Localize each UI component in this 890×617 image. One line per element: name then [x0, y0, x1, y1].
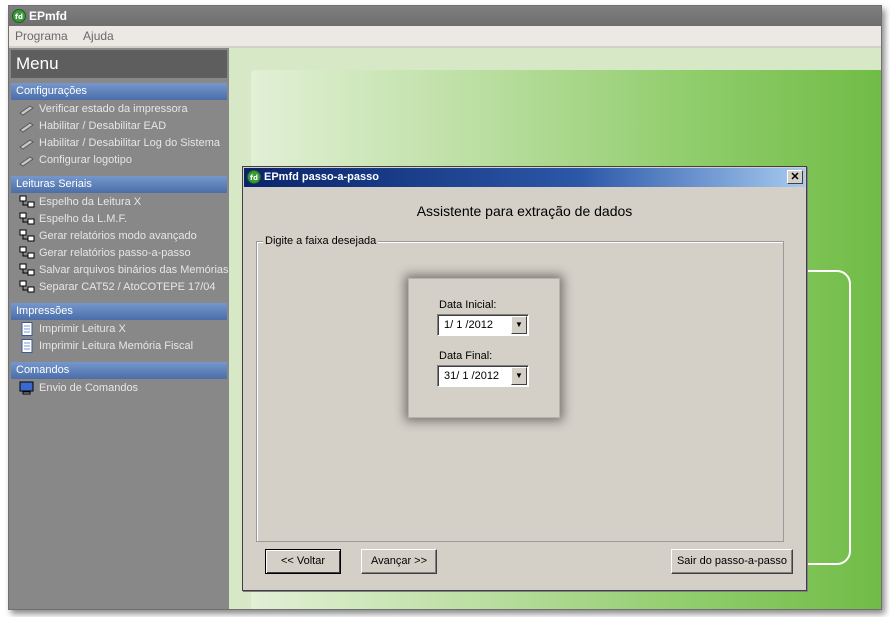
- serial-icon: [19, 229, 35, 242]
- end-date-picker[interactable]: 31/ 1 /2012 ▼: [437, 365, 529, 387]
- start-date-picker[interactable]: 1/ 1 /2012 ▼: [437, 314, 529, 336]
- date-range-groupbox: Digite a faixa desejada Data Inicial: 1/…: [256, 235, 784, 542]
- back-button[interactable]: << Voltar: [265, 549, 341, 574]
- menu-bar: Programa Ajuda: [9, 26, 881, 46]
- sidebar-item-habilitar-log[interactable]: Habilitar / Desabilitar Log do Sistema: [19, 135, 220, 152]
- start-date-value: 1/ 1 /2012: [444, 319, 493, 331]
- serial-icon: [19, 212, 35, 225]
- exit-wizard-button[interactable]: Sair do passo-a-passo: [671, 549, 793, 574]
- menu-ajuda[interactable]: Ajuda: [83, 29, 114, 43]
- menu-programa[interactable]: Programa: [15, 29, 68, 43]
- date-range-panel: Data Inicial: 1/ 1 /2012 ▼ Data Final: 3…: [408, 278, 560, 418]
- tool-icon: [19, 156, 34, 167]
- window-titlebar[interactable]: fd EPmfd: [9, 6, 881, 26]
- sidebar-item-envio-comandos[interactable]: Envio de Comandos: [19, 380, 138, 397]
- section-impressoes[interactable]: Impressões: [11, 303, 227, 320]
- section-leituras-seriais[interactable]: Leituras Seriais: [11, 176, 227, 193]
- svg-text:fd: fd: [15, 13, 23, 21]
- sidebar-item-espelho-leitura-x[interactable]: Espelho da Leitura X: [19, 194, 141, 211]
- sidebar-item-espelho-lmf[interactable]: Espelho da L.M.F.: [19, 211, 127, 228]
- monitor-icon: [19, 381, 34, 395]
- sidebar-menu: Menu Configurações Verificar estado da i…: [9, 48, 229, 609]
- groupbox-label: Digite a faixa desejada: [263, 235, 379, 247]
- close-icon[interactable]: ✕: [787, 170, 803, 184]
- tool-icon: [19, 105, 34, 116]
- sidebar-item-salvar-binarios[interactable]: Salvar arquivos binários das Memórias: [19, 262, 229, 279]
- serial-icon: [19, 195, 35, 208]
- wizard-dialog: fd EPmfd passo-a-passo ✕ Assistente para…: [242, 166, 807, 591]
- end-date-label: Data Final:: [439, 350, 493, 362]
- app-logo-icon: fd: [12, 9, 26, 23]
- chevron-down-icon[interactable]: ▼: [511, 316, 527, 334]
- sidebar-item-separar-cat52[interactable]: Separar CAT52 / AtoCOTEPE 17/04: [19, 279, 216, 296]
- chevron-down-icon[interactable]: ▼: [511, 367, 527, 385]
- serial-icon: [19, 263, 35, 276]
- sidebar-item-imprimir-memoria[interactable]: Imprimir Leitura Memória Fiscal: [19, 338, 193, 355]
- next-button[interactable]: Avançar >>: [361, 549, 437, 574]
- document-icon: [21, 322, 33, 337]
- sidebar-item-verificar-impressora[interactable]: Verificar estado da impressora: [19, 101, 188, 118]
- sidebar-item-configurar-logotipo[interactable]: Configurar logotipo: [19, 152, 132, 169]
- main-window: fd EPmfd Programa Ajuda Menu Configuraçõ…: [8, 5, 882, 610]
- serial-icon: [19, 280, 35, 293]
- window-title: EPmfd: [29, 9, 68, 23]
- sidebar-header: Menu: [11, 50, 227, 78]
- sidebar-item-imprimir-leitura-x[interactable]: Imprimir Leitura X: [19, 321, 126, 338]
- svg-text:fd: fd: [250, 174, 258, 182]
- tool-icon: [19, 139, 34, 150]
- dialog-heading: Assistente para extração de dados: [416, 203, 633, 219]
- end-date-value: 31/ 1 /2012: [444, 370, 500, 382]
- document-icon: [21, 339, 33, 354]
- sidebar-item-relatorios-passo[interactable]: Gerar relatórios passo-a-passo: [19, 245, 191, 262]
- dialog-title: EPmfd passo-a-passo: [264, 171, 379, 183]
- tool-icon: [19, 122, 34, 133]
- dialog-titlebar[interactable]: fd EPmfd passo-a-passo ✕: [244, 168, 805, 187]
- section-configuracoes[interactable]: Configurações: [11, 83, 227, 100]
- app-logo-icon: fd: [247, 170, 261, 184]
- section-comandos[interactable]: Comandos: [11, 362, 227, 379]
- start-date-label: Data Inicial:: [439, 299, 497, 311]
- sidebar-item-habilitar-ead[interactable]: Habilitar / Desabilitar EAD: [19, 118, 166, 135]
- sidebar-item-relatorios-avancado[interactable]: Gerar relatórios modo avançado: [19, 228, 197, 245]
- serial-icon: [19, 246, 35, 259]
